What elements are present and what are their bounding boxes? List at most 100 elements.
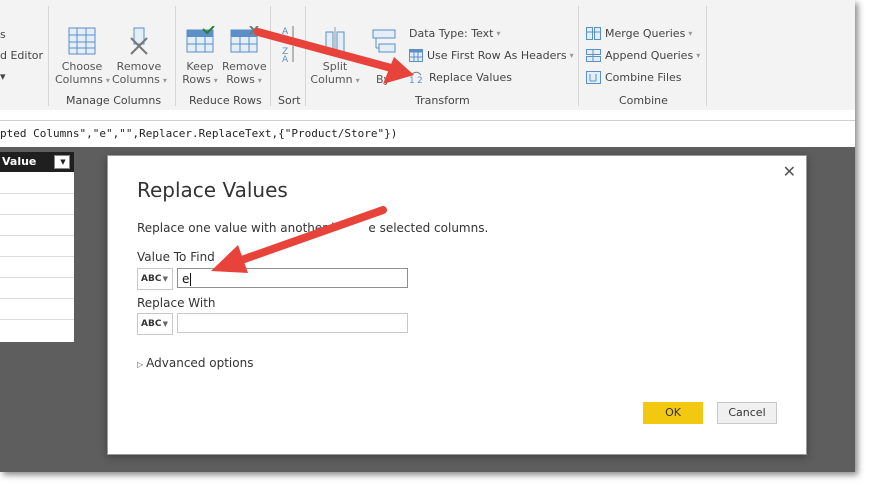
value-to-find-label: Value To Find	[137, 250, 215, 264]
group-by-button[interactable]: By	[366, 26, 402, 86]
power-query-editor-window: s d Editor ▾ Choose Columns ▾ Remove Col…	[0, 0, 855, 472]
formula-text: pted Columns","e","",Replacer.ReplaceTex…	[0, 127, 398, 140]
svg-text:2: 2	[417, 76, 423, 84]
group-separator	[48, 6, 49, 106]
chevron-down-icon: ▾	[162, 76, 167, 85]
ribbon-left-dropdown-caret[interactable]: ▾	[0, 70, 6, 83]
replace-values-icon: 1 2	[409, 71, 423, 84]
dialog-title: Replace Values	[137, 178, 288, 202]
replace-values-button[interactable]: 1 2 Replace Values	[409, 71, 512, 84]
dialog-description-part-1: Replace one value with another i	[137, 221, 335, 235]
table-row[interactable]	[0, 298, 74, 299]
chevron-down-icon: ▾	[355, 76, 360, 85]
value-to-find-value: e	[182, 272, 190, 286]
table-row[interactable]	[0, 256, 74, 257]
data-grid-column: Value ▼	[0, 152, 74, 342]
data-type-dropdown[interactable]: Data Type: Text ▾	[409, 27, 501, 40]
split-column-label-2: Column	[310, 73, 353, 86]
table-row[interactable]	[0, 277, 74, 278]
use-first-row-as-headers-button[interactable]: Use First Row As Headers ▾	[409, 49, 574, 62]
chevron-down-icon: ▾	[213, 76, 218, 85]
svg-text:A: A	[282, 55, 289, 65]
split-column-button[interactable]: Split Column ▾	[310, 26, 360, 87]
append-queries-button[interactable]: Append Queries ▾	[586, 49, 700, 62]
append-queries-label: Append Queries	[605, 49, 694, 62]
reduce-rows-group-label: Reduce Rows	[189, 94, 262, 107]
merge-queries-label: Merge Queries	[605, 27, 686, 40]
combine-files-icon	[586, 71, 601, 84]
append-queries-icon	[586, 49, 601, 62]
svg-text:1: 1	[409, 76, 415, 84]
chevron-down-icon: ▼	[162, 320, 168, 328]
sort-group-label: Sort	[278, 94, 301, 107]
remove-columns-icon	[130, 27, 148, 55]
formula-bar[interactable]: pted Columns","e","",Replacer.ReplaceTex…	[0, 120, 855, 148]
keep-rows-label-2: Rows	[182, 73, 211, 86]
chevron-down-icon: ▾	[569, 51, 574, 60]
group-separator	[706, 6, 707, 106]
svg-text:Z: Z	[282, 35, 288, 45]
combine-files-label: Combine Files	[605, 71, 682, 84]
column-header-label: Value	[2, 155, 37, 168]
chevron-down-icon: ▼	[162, 275, 168, 283]
remove-rows-label-2: Rows	[226, 73, 255, 86]
remove-rows-label-1: Remove	[222, 60, 267, 73]
choose-columns-label-2: Columns	[55, 73, 103, 86]
merge-queries-button[interactable]: Merge Queries ▾	[586, 27, 692, 40]
chevron-down-icon: ▾	[696, 51, 701, 60]
replace-with-input[interactable]	[177, 313, 408, 333]
split-column-icon	[325, 27, 345, 55]
advanced-options-toggle[interactable]: ▷ Advanced options	[137, 356, 253, 370]
ribbon-left-partial-item[interactable]: s	[0, 28, 6, 41]
remove-columns-label-1: Remove	[116, 60, 162, 73]
table-row[interactable]	[0, 319, 74, 320]
use-first-row-as-headers-label: Use First Row As Headers	[427, 49, 567, 62]
group-separator	[578, 6, 579, 106]
group-by-label: By	[376, 73, 391, 86]
ok-button[interactable]: OK	[643, 402, 703, 424]
remove-rows-button[interactable]: Remove Rows ▾	[222, 26, 267, 87]
filter-dropdown-icon[interactable]: ▼	[54, 155, 70, 169]
choose-columns-button[interactable]: Choose Columns ▾	[55, 26, 110, 87]
chevron-down-icon: ▾	[257, 76, 262, 85]
remove-rows-icon	[230, 26, 259, 53]
table-headers-icon	[409, 49, 423, 62]
remove-columns-label-2: Columns	[112, 73, 160, 86]
table-row[interactable]	[0, 214, 74, 215]
ribbon-spacer	[0, 110, 855, 120]
combine-files-button[interactable]: Combine Files	[586, 71, 682, 84]
cancel-button[interactable]: Cancel	[717, 402, 777, 424]
group-separator	[175, 6, 176, 106]
manage-columns-group-label: Manage Columns	[66, 94, 162, 107]
text-cursor	[190, 273, 192, 286]
transform-group-label: Transform	[415, 94, 470, 107]
close-icon[interactable]: ✕	[783, 162, 796, 181]
data-type-label: Data Type: Text	[409, 27, 494, 40]
split-column-label-1: Split	[322, 60, 348, 73]
remove-columns-button[interactable]: Remove Columns ▾	[112, 26, 167, 87]
keep-rows-label-1: Keep	[186, 60, 214, 73]
dialog-description-part-2: e selected columns.	[368, 221, 489, 235]
dialog-description: Replace one value with another i e select…	[137, 221, 488, 235]
chevron-down-icon: ▾	[496, 29, 501, 38]
group-separator	[270, 6, 271, 106]
table-row[interactable]	[0, 193, 74, 194]
text-type-icon: ABC	[141, 319, 162, 329]
keep-rows-button[interactable]: Keep Rows ▾	[180, 26, 220, 87]
merge-queries-icon	[586, 27, 601, 40]
value-to-find-input[interactable]: e	[177, 268, 408, 288]
combine-group-label: Combine	[619, 94, 668, 107]
advanced-editor-partial[interactable]: d Editor	[0, 49, 43, 62]
advanced-options-label: Advanced options	[146, 356, 254, 370]
choose-columns-label-1: Choose	[61, 60, 103, 73]
table-row[interactable]	[0, 235, 74, 236]
group-by-icon	[372, 29, 396, 53]
column-header[interactable]: Value ▼	[0, 152, 74, 172]
replace-values-label: Replace Values	[429, 71, 512, 84]
replace-with-type-dropdown[interactable]: ABC ▼	[137, 313, 173, 335]
sort-descending-icon[interactable]: Z A	[281, 46, 297, 66]
ribbon: s d Editor ▾ Choose Columns ▾ Remove Col…	[0, 0, 855, 111]
expand-triangle-icon: ▷	[137, 360, 144, 369]
value-to-find-type-dropdown[interactable]: ABC ▼	[137, 268, 173, 290]
replace-values-dialog: ✕ Replace Values Replace one value with …	[107, 155, 807, 455]
